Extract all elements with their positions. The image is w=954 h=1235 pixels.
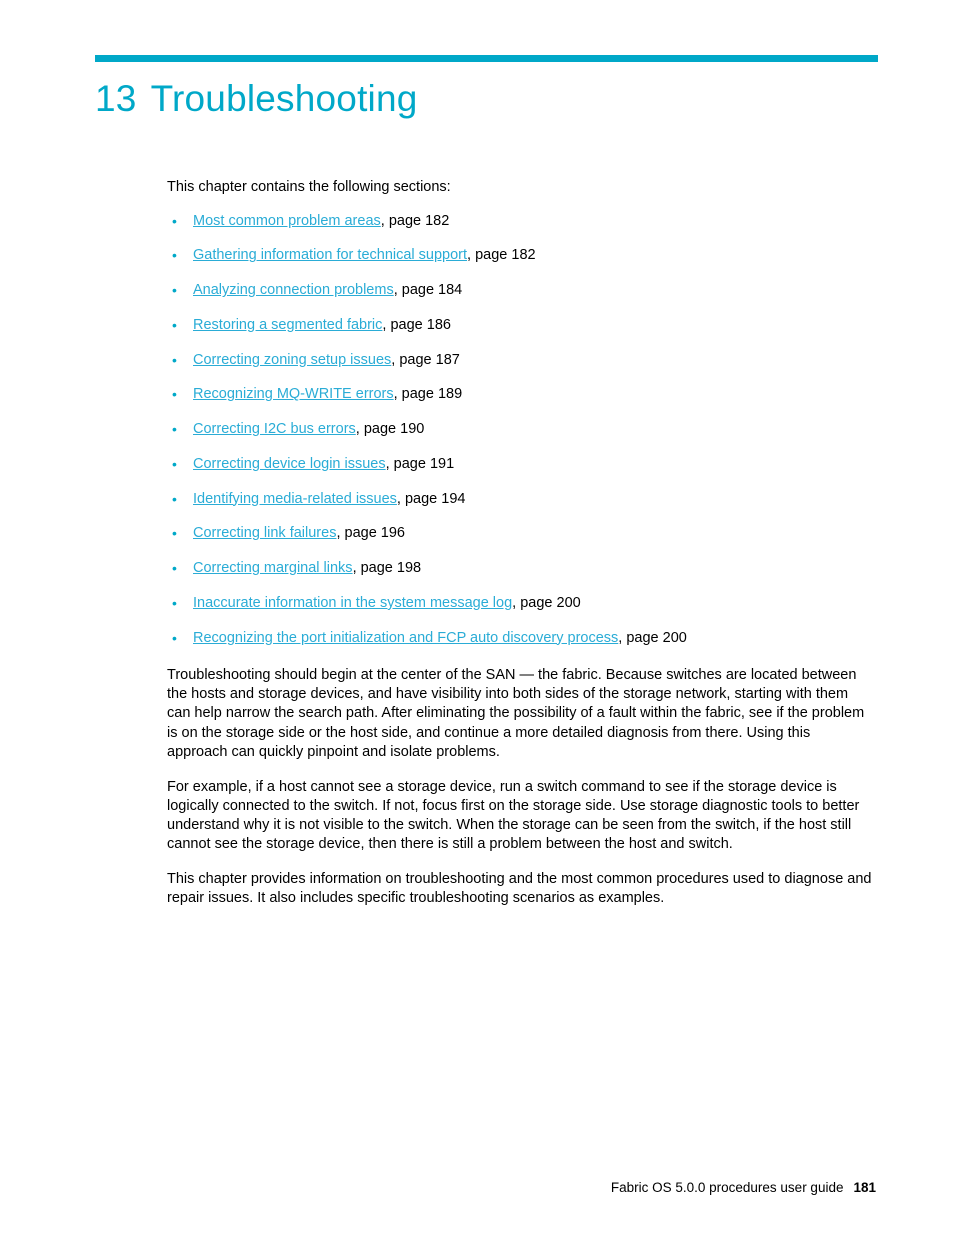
bullet-icon: • (172, 247, 177, 264)
list-item[interactable]: • Inaccurate information in the system me… (167, 594, 873, 614)
bullet-icon: • (172, 316, 177, 333)
section-link-page: , page 184 (393, 282, 463, 299)
bullet-icon: • (172, 594, 177, 611)
bullet-icon: • (172, 282, 177, 299)
section-link[interactable]: Recognizing the port initialization and … (193, 630, 618, 646)
section-link[interactable]: Correcting link failures (193, 525, 336, 541)
bullet-icon: • (172, 629, 177, 646)
section-link[interactable]: Correcting zoning setup issues (193, 352, 391, 368)
bullet-icon: • (172, 351, 177, 368)
list-item[interactable]: • Correcting marginal links, page 198 (167, 559, 873, 579)
chapter-title: Troubleshooting (150, 78, 418, 119)
section-link[interactable]: Analyzing connection problems (193, 282, 394, 298)
section-link-page: , page 200 (618, 629, 687, 646)
bullet-icon: • (172, 455, 177, 472)
section-link-list: • Most common problem areas, page 182 • Ga… (167, 212, 873, 649)
section-link[interactable]: Restoring a segmented fabric (193, 317, 382, 333)
page-body: This chapter contains the following sect… (167, 178, 873, 925)
section-link-page: , page 186 (382, 316, 451, 333)
list-item[interactable]: • Restoring a segmented fabric, page 186 (167, 316, 873, 336)
section-link-page: , page 191 (385, 455, 455, 472)
section-link[interactable]: Correcting marginal links (193, 560, 353, 576)
bullet-icon: • (172, 386, 177, 403)
section-link-page: , page 194 (396, 490, 466, 507)
bullet-icon: • (172, 525, 177, 542)
section-link-page: , page 187 (391, 351, 460, 368)
list-item[interactable]: • Identifying media-related issues, page … (167, 490, 873, 510)
section-link[interactable]: Gathering information for technical supp… (193, 247, 467, 263)
section-link-page: , page 198 (352, 560, 422, 577)
section-link[interactable]: Recognizing MQ-WRITE errors (193, 386, 394, 402)
header-rule (95, 55, 878, 62)
body-paragraph: For example, if a host cannot see a stor… (167, 778, 860, 853)
page-number: 181 (853, 1180, 876, 1195)
list-item[interactable]: • Correcting device login issues, page 19… (167, 455, 873, 475)
body-paragraph: Troubleshooting should begin at the cent… (167, 667, 865, 760)
body-paragraph: This chapter provides information on tro… (167, 871, 872, 907)
section-link-page: , page 200 (512, 594, 581, 611)
chapter-number: 13 (95, 78, 137, 119)
section-link-page: , page 190 (355, 421, 425, 438)
bullet-icon: • (172, 421, 177, 438)
list-item[interactable]: • Gathering information for technical sup… (167, 246, 873, 266)
section-link[interactable]: Inaccurate information in the system mes… (193, 595, 512, 611)
section-link[interactable]: Most common problem areas (193, 213, 381, 229)
list-item[interactable]: • Analyzing connection problems, page 184 (167, 281, 873, 301)
bullet-icon: • (172, 490, 177, 507)
list-item[interactable]: • Correcting link failures, page 196 (167, 524, 873, 544)
intro-text: This chapter contains the following sect… (167, 179, 451, 195)
bullet-icon: • (172, 560, 177, 577)
list-item[interactable]: • Recognizing MQ-WRITE errors, page 189 (167, 385, 873, 405)
section-link-page: , page 182 (380, 212, 450, 229)
section-link[interactable]: Correcting I2C bus errors (193, 421, 356, 437)
section-link[interactable]: Correcting device login issues (193, 456, 386, 472)
list-item[interactable]: • Correcting I2C bus errors, page 190 (167, 420, 873, 440)
section-link-page: , page 182 (467, 247, 536, 264)
section-link-page: , page 196 (336, 525, 405, 542)
list-item[interactable]: • Correcting zoning setup issues, page 18… (167, 351, 873, 371)
document-page: 13 Troubleshooting This chapter contains … (0, 0, 954, 1235)
footer-text: Fabric OS 5.0.0 procedures user guide (610, 1180, 844, 1195)
page-title: 13 Troubleshooting (95, 78, 418, 120)
section-link-page: , page 189 (393, 386, 463, 403)
bullet-icon: • (172, 212, 177, 229)
list-item[interactable]: • Recognizing the port initialization and… (167, 629, 873, 649)
list-item[interactable]: • Most common problem areas, page 182 (167, 212, 873, 232)
section-link[interactable]: Identifying media-related issues (193, 491, 397, 507)
